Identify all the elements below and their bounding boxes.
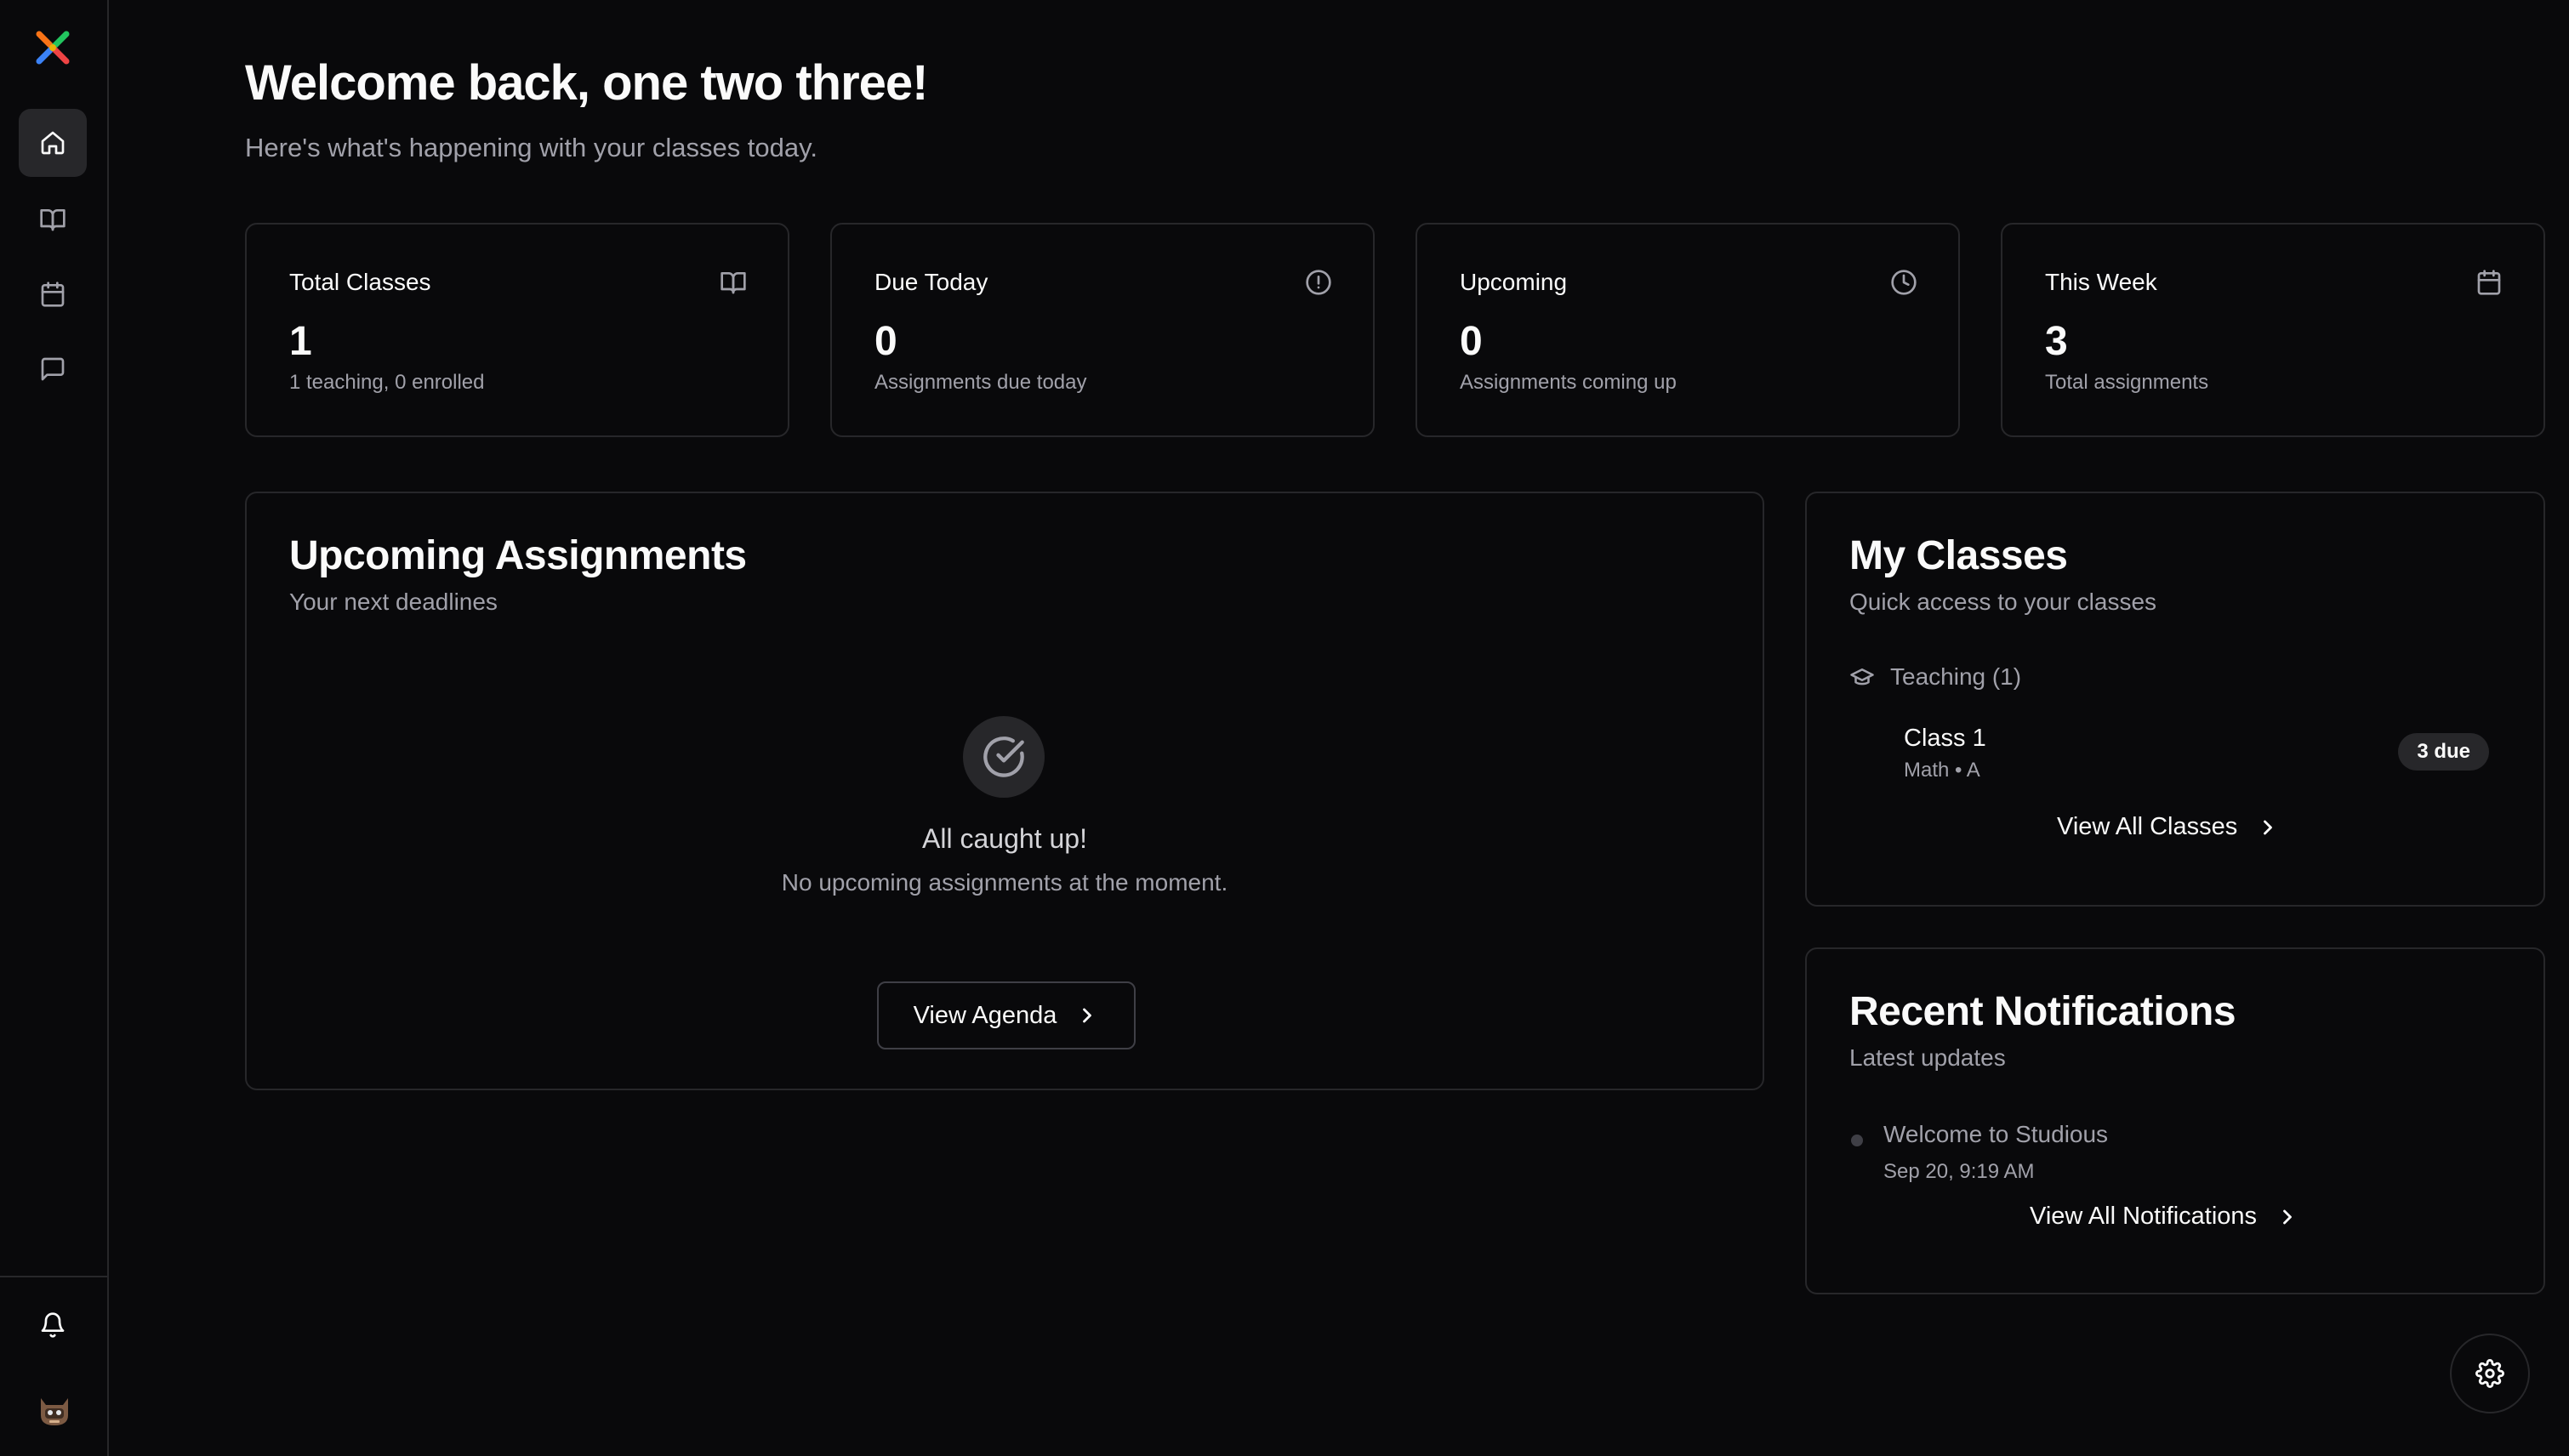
book-open-icon [40,209,66,231]
group-label-text: Teaching (1) [1890,663,2022,690]
sidebar-divider [0,1276,109,1277]
panel-title: Recent Notifications [1849,989,2236,1034]
view-all-notifications-button[interactable]: View All Notifications [2030,1203,2299,1231]
stat-description: Assignments due today [874,371,1087,394]
teaching-group-label: Teaching (1) [1849,663,2021,691]
calendar-icon [2475,269,2503,296]
page-subtitle: Here's what's happening with your classe… [245,133,817,162]
sidebar [0,0,109,1456]
panel-title: Upcoming Assignments [289,533,747,578]
avatar[interactable] [34,1390,75,1430]
graduation-cap-icon [1850,668,1874,685]
bell-icon [41,1312,65,1338]
panel-title: My Classes [1849,533,2068,578]
unread-dot-icon [1851,1135,1863,1146]
calendar-icon [41,282,65,307]
notification-title: Welcome to Studious [1883,1121,2109,1147]
chevron-right-icon [2283,1209,2292,1224]
stat-card-due-today: Due Today 0 Assignments due today [830,223,1375,437]
page-title: Welcome back, one two three! [245,55,928,111]
stat-description: 1 teaching, 0 enrolled [289,371,485,394]
view-all-notifications-label: View All Notifications [2030,1203,2258,1230]
gear-icon [2475,1359,2504,1388]
home-icon [41,131,65,155]
sidebar-item-calendar[interactable] [19,260,87,328]
panel-subtitle: Latest updates [1849,1044,2006,1071]
empty-state-title: All caught up! [922,823,1087,854]
recent-notifications-panel: Recent Notifications Latest updates Welc… [1805,947,2545,1294]
view-all-classes-button[interactable]: View All Classes [2057,813,2280,841]
chevron-right-icon [2264,820,2273,834]
stat-value: 0 [1460,319,1483,364]
my-classes-panel: My Classes Quick access to your classes … [1805,492,2545,907]
check-circle-icon [963,716,1045,798]
stat-value: 3 [2045,319,2068,364]
class-meta: Math • A [1904,759,1980,782]
panel-subtitle: Your next deadlines [289,589,498,615]
stat-label: Total Classes [289,269,431,295]
view-agenda-label: View Agenda [913,1001,1057,1029]
app-root: Welcome back, one two three! Here's what… [0,0,2569,1456]
stat-value: 1 [289,319,312,364]
chevron-right-icon [1083,1008,1092,1023]
sidebar-item-messages[interactable] [19,335,87,403]
view-agenda-button[interactable]: View Agenda [877,981,1136,1049]
alert-circle-icon [1305,269,1332,296]
stat-card-upcoming: Upcoming 0 Assignments coming up [1416,223,1960,437]
book-open-icon [720,269,747,296]
sidebar-item-notifications[interactable] [19,1291,87,1359]
stat-description: Assignments coming up [1460,371,1677,394]
avatar-icon [41,1398,68,1425]
sidebar-item-home[interactable] [19,109,87,177]
stat-label: Upcoming [1460,269,1568,295]
message-square-icon [41,357,65,381]
due-count-badge: 3 due [2398,733,2489,771]
settings-button[interactable] [2450,1334,2530,1413]
panel-subtitle: Quick access to your classes [1849,589,2157,615]
stat-card-this-week: This Week 3 Total assignments [2001,223,2545,437]
notification-time: Sep 20, 9:19 AM [1883,1160,2035,1183]
empty-state-description: No upcoming assignments at the moment. [781,869,1228,896]
stat-label: Due Today [874,269,988,295]
stat-description: Total assignments [2045,371,2209,394]
sidebar-item-classes[interactable] [19,185,87,253]
app-logo-icon[interactable] [29,24,77,71]
stat-value: 0 [874,319,897,364]
view-all-classes-label: View All Classes [2057,813,2238,840]
clock-icon [1890,269,1917,296]
stat-card-total-classes: Total Classes 1 1 teaching, 0 enrolled [245,223,789,437]
stat-label: This Week [2045,269,2157,295]
upcoming-assignments-panel: Upcoming Assignments Your next deadlines… [245,492,1764,1090]
class-name: Class 1 [1904,725,1986,752]
